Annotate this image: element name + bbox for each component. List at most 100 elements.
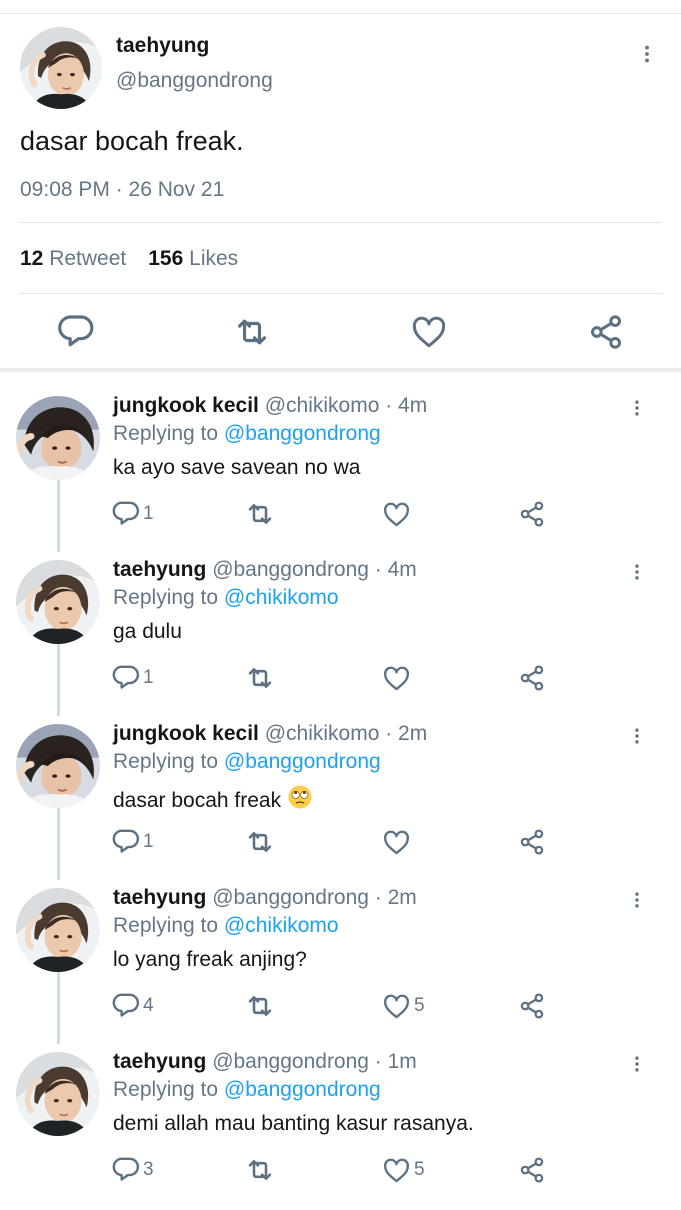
share-icon — [520, 993, 544, 1019]
replying-to-link[interactable]: @chikikomo — [224, 586, 339, 609]
replying-to-label: Replying to — [113, 750, 219, 773]
reply-author-name[interactable]: taehyung — [113, 1050, 206, 1073]
main-tweet-author-name[interactable]: taehyung — [116, 34, 209, 58]
replying-to-label: Replying to — [113, 914, 219, 937]
likes-count: 156 — [148, 247, 184, 270]
more-options-icon[interactable] — [627, 558, 647, 586]
reply-button[interactable]: 1 — [111, 662, 154, 694]
avatar[interactable] — [16, 560, 100, 644]
retweet-icon[interactable] — [232, 312, 272, 352]
share-button[interactable] — [517, 662, 547, 694]
like-button[interactable] — [381, 498, 414, 530]
reply-author-name[interactable]: taehyung — [113, 558, 206, 581]
reply-tweet[interactable]: taehyung @banggondrong · 2m Replying to … — [0, 882, 681, 1046]
retweet-label[interactable]: Retweet — [49, 247, 126, 270]
share-icon — [520, 501, 544, 527]
replying-to-link[interactable]: @banggondrong — [224, 1078, 381, 1101]
like-button[interactable] — [381, 826, 414, 858]
reply-text: demi allah mau banting kasur rasanya. — [113, 1112, 474, 1135]
replying-to-link[interactable]: @banggondrong — [224, 422, 381, 445]
replying-to-link[interactable]: @banggondrong — [224, 750, 381, 773]
share-button[interactable] — [517, 1154, 547, 1186]
retweet-button[interactable] — [244, 498, 278, 530]
reply-count: 1 — [143, 667, 154, 688]
divider — [20, 293, 662, 294]
retweet-icon — [248, 996, 272, 1016]
reply-icon — [112, 993, 140, 1017]
reply-author-handle[interactable]: @chikikomo · 2m — [265, 722, 428, 745]
avatar[interactable] — [16, 1052, 100, 1136]
replying-to-label: Replying to — [113, 1078, 219, 1101]
more-options-icon[interactable] — [627, 394, 647, 422]
share-icon — [520, 829, 544, 855]
share-button[interactable] — [517, 990, 547, 1022]
retweet-button[interactable] — [244, 990, 278, 1022]
reply-button[interactable]: 1 — [111, 826, 154, 858]
avatar[interactable] — [16, 396, 100, 480]
retweet-button[interactable] — [244, 1154, 278, 1186]
reply-text: lo yang freak anjing? — [113, 948, 307, 971]
share-button[interactable] — [517, 498, 547, 530]
main-tweet-timestamp: 09:08 PM · 26 Nov 21 — [20, 178, 225, 201]
more-options-icon[interactable] — [627, 722, 647, 750]
more-options-icon[interactable] — [636, 40, 658, 68]
reply-author-handle[interactable]: @banggondrong · 2m — [212, 886, 417, 909]
like-button[interactable]: 5 — [381, 1154, 425, 1186]
reply-button[interactable]: 4 — [111, 990, 154, 1022]
reply-author-name[interactable]: jungkook kecil — [113, 722, 259, 745]
reply-button[interactable]: 1 — [111, 498, 154, 530]
reply-text: ka ayo save savean no wa — [113, 456, 361, 479]
more-options-icon[interactable] — [627, 1050, 647, 1078]
avatar[interactable] — [16, 724, 100, 808]
reply-button[interactable]: 3 — [111, 1154, 154, 1186]
replying-to-link[interactable]: @chikikomo — [224, 914, 339, 937]
more-options-icon[interactable] — [627, 886, 647, 914]
retweet-button[interactable] — [244, 826, 278, 858]
reply-text-content: dasar bocah freak — [113, 789, 282, 812]
retweet-icon — [248, 504, 272, 524]
reply-count: 1 — [143, 503, 154, 524]
reply-tweet[interactable]: taehyung @banggondrong · 4m Replying to … — [0, 554, 681, 718]
like-icon — [383, 994, 410, 1018]
retweet-button[interactable] — [244, 662, 278, 694]
retweet-icon — [248, 668, 272, 688]
like-button[interactable] — [381, 662, 414, 694]
main-tweet-author-handle[interactable]: @banggondrong — [116, 69, 273, 93]
reply-tweet[interactable]: jungkook kecil @chikikomo · 2m Replying … — [0, 718, 681, 882]
retweet-icon — [248, 1160, 272, 1180]
like-icon — [383, 830, 410, 854]
likes-label[interactable]: Likes — [189, 247, 238, 270]
avatar[interactable] — [20, 27, 102, 109]
reply-tweet[interactable]: taehyung @banggondrong · 1m Replying to … — [0, 1046, 681, 1210]
reply-icon — [112, 665, 140, 689]
like-count: 5 — [414, 995, 425, 1016]
reply-author-name[interactable]: jungkook kecil — [113, 394, 259, 417]
replying-to-label: Replying to — [113, 422, 219, 445]
like-icon — [383, 502, 410, 526]
reply-author-handle[interactable]: @chikikomo · 4m — [265, 394, 428, 417]
share-button[interactable] — [517, 826, 547, 858]
tweet-stats: 12 Retweet 156 Likes — [20, 247, 238, 271]
like-icon[interactable] — [409, 312, 449, 352]
top-divider — [0, 13, 681, 14]
avatar[interactable] — [16, 888, 100, 972]
reply-author-handle[interactable]: @banggondrong · 4m — [212, 558, 417, 581]
reply-tweet[interactable]: jungkook kecil @chikikomo · 4m Replying … — [0, 390, 681, 554]
share-icon — [520, 665, 544, 691]
share-icon[interactable] — [586, 312, 626, 352]
rolling-eyes-emoji-icon — [288, 785, 312, 809]
share-icon — [520, 1157, 544, 1183]
reply-author-handle[interactable]: @banggondrong · 1m — [212, 1050, 417, 1073]
reply-icon[interactable] — [56, 312, 96, 352]
reply-text: dasar bocah freak — [113, 784, 313, 813]
reply-text: ga dulu — [113, 620, 182, 643]
like-icon — [383, 1158, 410, 1182]
reply-author-name[interactable]: taehyung — [113, 886, 206, 909]
section-divider — [0, 368, 681, 372]
main-tweet-text: dasar bocah freak. — [20, 126, 244, 156]
replying-to-label: Replying to — [113, 586, 219, 609]
like-button[interactable]: 5 — [381, 990, 425, 1022]
reply-icon — [112, 501, 140, 525]
retweet-count: 12 — [20, 247, 44, 270]
divider — [20, 222, 662, 223]
